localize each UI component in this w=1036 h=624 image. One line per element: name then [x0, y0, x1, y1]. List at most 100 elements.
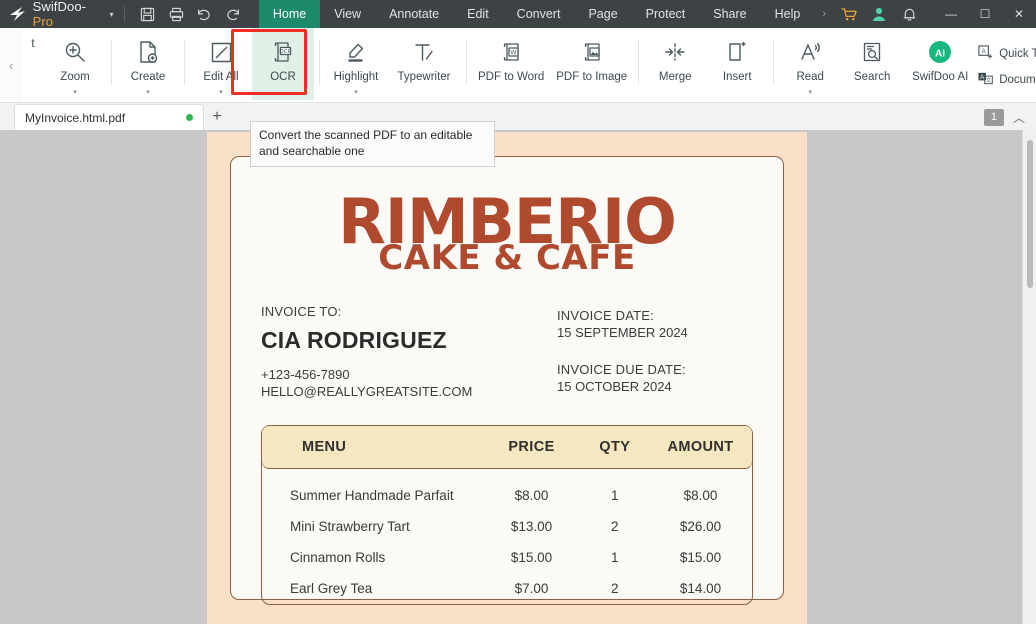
- cell-qty: 1: [611, 488, 619, 504]
- ribbon-scroll-left-icon[interactable]: ‹: [0, 28, 22, 102]
- document-tab[interactable]: MyInvoice.html.pdf: [14, 104, 204, 130]
- invoice-card: RIMBERIO CAKE & CAFE INVOICE TO: CIA ROD…: [230, 156, 784, 606]
- tab-protect[interactable]: Protect: [632, 0, 700, 28]
- ribbon-label-zoom: Zoom: [60, 71, 90, 83]
- table-header-row: MENU PRICE QTY AMOUNT: [262, 426, 752, 469]
- tab-share[interactable]: Share: [699, 0, 760, 28]
- cell-qty: 2: [611, 581, 619, 597]
- vertical-scrollbar[interactable]: [1022, 130, 1036, 624]
- ribbon-item-zoom[interactable]: Zoom ▾: [44, 28, 106, 100]
- ribbon-label-pdf-to-word: PDF to Word: [478, 71, 545, 83]
- ocr-icon: OCR: [271, 37, 295, 67]
- invoice-due-group: INVOICE DUE DATE: 15 OCTOBER 2024: [557, 362, 753, 394]
- menu-overflow-icon[interactable]: ›: [814, 8, 834, 20]
- title-bar: SwifDoo-Pro ▾ Home View Annotate Edit Co…: [0, 0, 1036, 29]
- edit-all-icon: [210, 37, 233, 67]
- tab-help[interactable]: Help: [761, 0, 815, 28]
- zoom-in-icon: [63, 37, 87, 67]
- ribbon-item-clipped[interactable]: t: [22, 28, 44, 100]
- ribbon-label-quick-tips: Quick Ti: [999, 48, 1036, 60]
- notification-bell-icon[interactable]: [894, 0, 924, 28]
- create-pdf-icon: [137, 37, 159, 67]
- customer-contact: +123-456-7890 HELLO@REALLYGREATSITE.COM: [261, 367, 507, 401]
- chevron-up-icon[interactable]: ︿: [1010, 109, 1028, 126]
- tab-view[interactable]: View: [320, 0, 375, 28]
- insert-page-icon: [725, 37, 749, 67]
- print-icon[interactable]: [162, 1, 190, 27]
- chevron-down-icon[interactable]: ▾: [354, 89, 358, 96]
- tab-annotate[interactable]: Annotate: [375, 0, 453, 28]
- ribbon-item-typewriter[interactable]: Typewriter: [387, 28, 461, 100]
- svg-text:W: W: [511, 49, 518, 56]
- ribbon-item-swifdoo-ai[interactable]: AI SwifDoo AI: [903, 28, 977, 100]
- scrollbar-thumb[interactable]: [1027, 140, 1033, 288]
- column-header-amount: AMOUNT: [667, 439, 734, 456]
- ribbon-divider: [466, 40, 467, 84]
- cart-icon[interactable]: [834, 0, 864, 28]
- ribbon-item-quick-tips[interactable]: A Quick Ti: [977, 41, 1036, 67]
- table-row: Cinnamon Rolls $15.00 1 $15.00: [262, 542, 752, 573]
- ribbon-divider: [773, 40, 775, 84]
- tab-page[interactable]: Page: [574, 0, 631, 28]
- maximize-button[interactable]: ☐: [968, 0, 1002, 28]
- ribbon-item-edit-all[interactable]: Edit All ▾: [190, 28, 252, 100]
- cell-menu: Summer Handmade Parfait: [290, 488, 454, 504]
- ribbon-item-read[interactable]: Read ▾: [779, 28, 841, 100]
- page-number-badge[interactable]: 1: [983, 108, 1004, 126]
- logo-line-2: CAKE & CAFE: [378, 238, 636, 279]
- invoice-due-value: 15 OCTOBER 2024: [557, 379, 672, 395]
- ribbon-item-insert[interactable]: Insert: [706, 28, 768, 100]
- swifdoo-window: SwifDoo-Pro ▾ Home View Annotate Edit Co…: [0, 0, 1036, 624]
- invoice-billing-block: INVOICE TO: CIA RODRIGUEZ +123-456-7890 …: [261, 304, 507, 401]
- ribbon-item-merge[interactable]: Merge: [644, 28, 706, 100]
- ribbon-item-create[interactable]: Create ▾: [117, 28, 179, 100]
- cell-menu: Earl Grey Tea: [290, 581, 373, 597]
- ribbon-item-pdf-to-image[interactable]: PDF to Image: [550, 28, 633, 100]
- chevron-down-icon[interactable]: ▾: [73, 89, 77, 96]
- customer-name: CIA RODRIGUEZ: [261, 327, 447, 354]
- window-controls: — ☐ ✕: [934, 0, 1036, 28]
- save-icon[interactable]: [133, 1, 161, 27]
- ribbon-label-highlight: Highlight: [333, 71, 379, 83]
- undo-icon[interactable]: [190, 1, 218, 27]
- new-tab-button[interactable]: +: [204, 104, 230, 130]
- ribbon-label-swifdoo-ai: SwifDoo AI: [912, 71, 969, 83]
- pdf-viewer[interactable]: RIMBERIO CAKE & CAFE INVOICE TO: CIA ROD…: [0, 130, 1036, 624]
- redo-icon[interactable]: [219, 1, 247, 27]
- pdf-to-image-icon: [580, 37, 604, 67]
- svg-text:AI: AI: [935, 48, 945, 59]
- invoice-meta: INVOICE TO: CIA RODRIGUEZ +123-456-7890 …: [261, 304, 753, 401]
- ai-icon: AI: [927, 37, 953, 67]
- tab-edit[interactable]: Edit: [453, 0, 503, 28]
- ribbon-item-ocr[interactable]: OCR OCR: [252, 28, 314, 100]
- document-translate-icon: A 文: [977, 70, 994, 90]
- ribbon-toolbar: ‹ t Zoom ▾ Create ▾ Edit All ▾ OCR OCR H…: [0, 28, 1036, 103]
- invoice-logo: RIMBERIO CAKE & CAFE: [261, 179, 753, 279]
- svg-text:A: A: [982, 49, 987, 55]
- chevron-down-icon[interactable]: ▾: [146, 89, 150, 96]
- ribbon-label-insert: Insert: [722, 71, 752, 83]
- brand-dropdown-icon[interactable]: ▾: [110, 10, 114, 19]
- cell-price: $13.00: [510, 519, 553, 535]
- menu-tab-bar: Home View Annotate Edit Convert Page Pro…: [258, 0, 815, 28]
- customer-phone: +123-456-7890: [261, 367, 350, 383]
- invoice-date-value: 15 SEPTEMBER 2024: [557, 325, 688, 341]
- ribbon-label-search: Search: [853, 71, 891, 83]
- svg-text:OCR: OCR: [280, 49, 292, 55]
- account-icon[interactable]: [864, 0, 894, 28]
- ribbon-item-search[interactable]: Search: [841, 28, 903, 100]
- chevron-down-icon[interactable]: ▾: [219, 89, 223, 96]
- tab-convert[interactable]: Convert: [503, 0, 575, 28]
- cell-menu: Mini Strawberry Tart: [290, 519, 410, 535]
- close-button[interactable]: ✕: [1002, 0, 1036, 28]
- ribbon-item-document-translate[interactable]: A 文 Docum: [977, 67, 1036, 93]
- document-tab-strip: MyInvoice.html.pdf + 1 ︿: [0, 103, 1036, 130]
- minimize-button[interactable]: —: [934, 0, 968, 28]
- typewriter-icon: [412, 37, 436, 67]
- tab-home[interactable]: Home: [258, 0, 321, 28]
- ribbon-label-pdf-to-image: PDF to Image: [556, 71, 628, 83]
- ribbon-item-pdf-to-word[interactable]: W PDF to Word: [472, 28, 550, 100]
- chevron-down-icon[interactable]: ▾: [808, 89, 812, 96]
- ribbon-divider: [184, 40, 185, 84]
- ribbon-item-highlight[interactable]: Highlight ▾: [325, 28, 387, 100]
